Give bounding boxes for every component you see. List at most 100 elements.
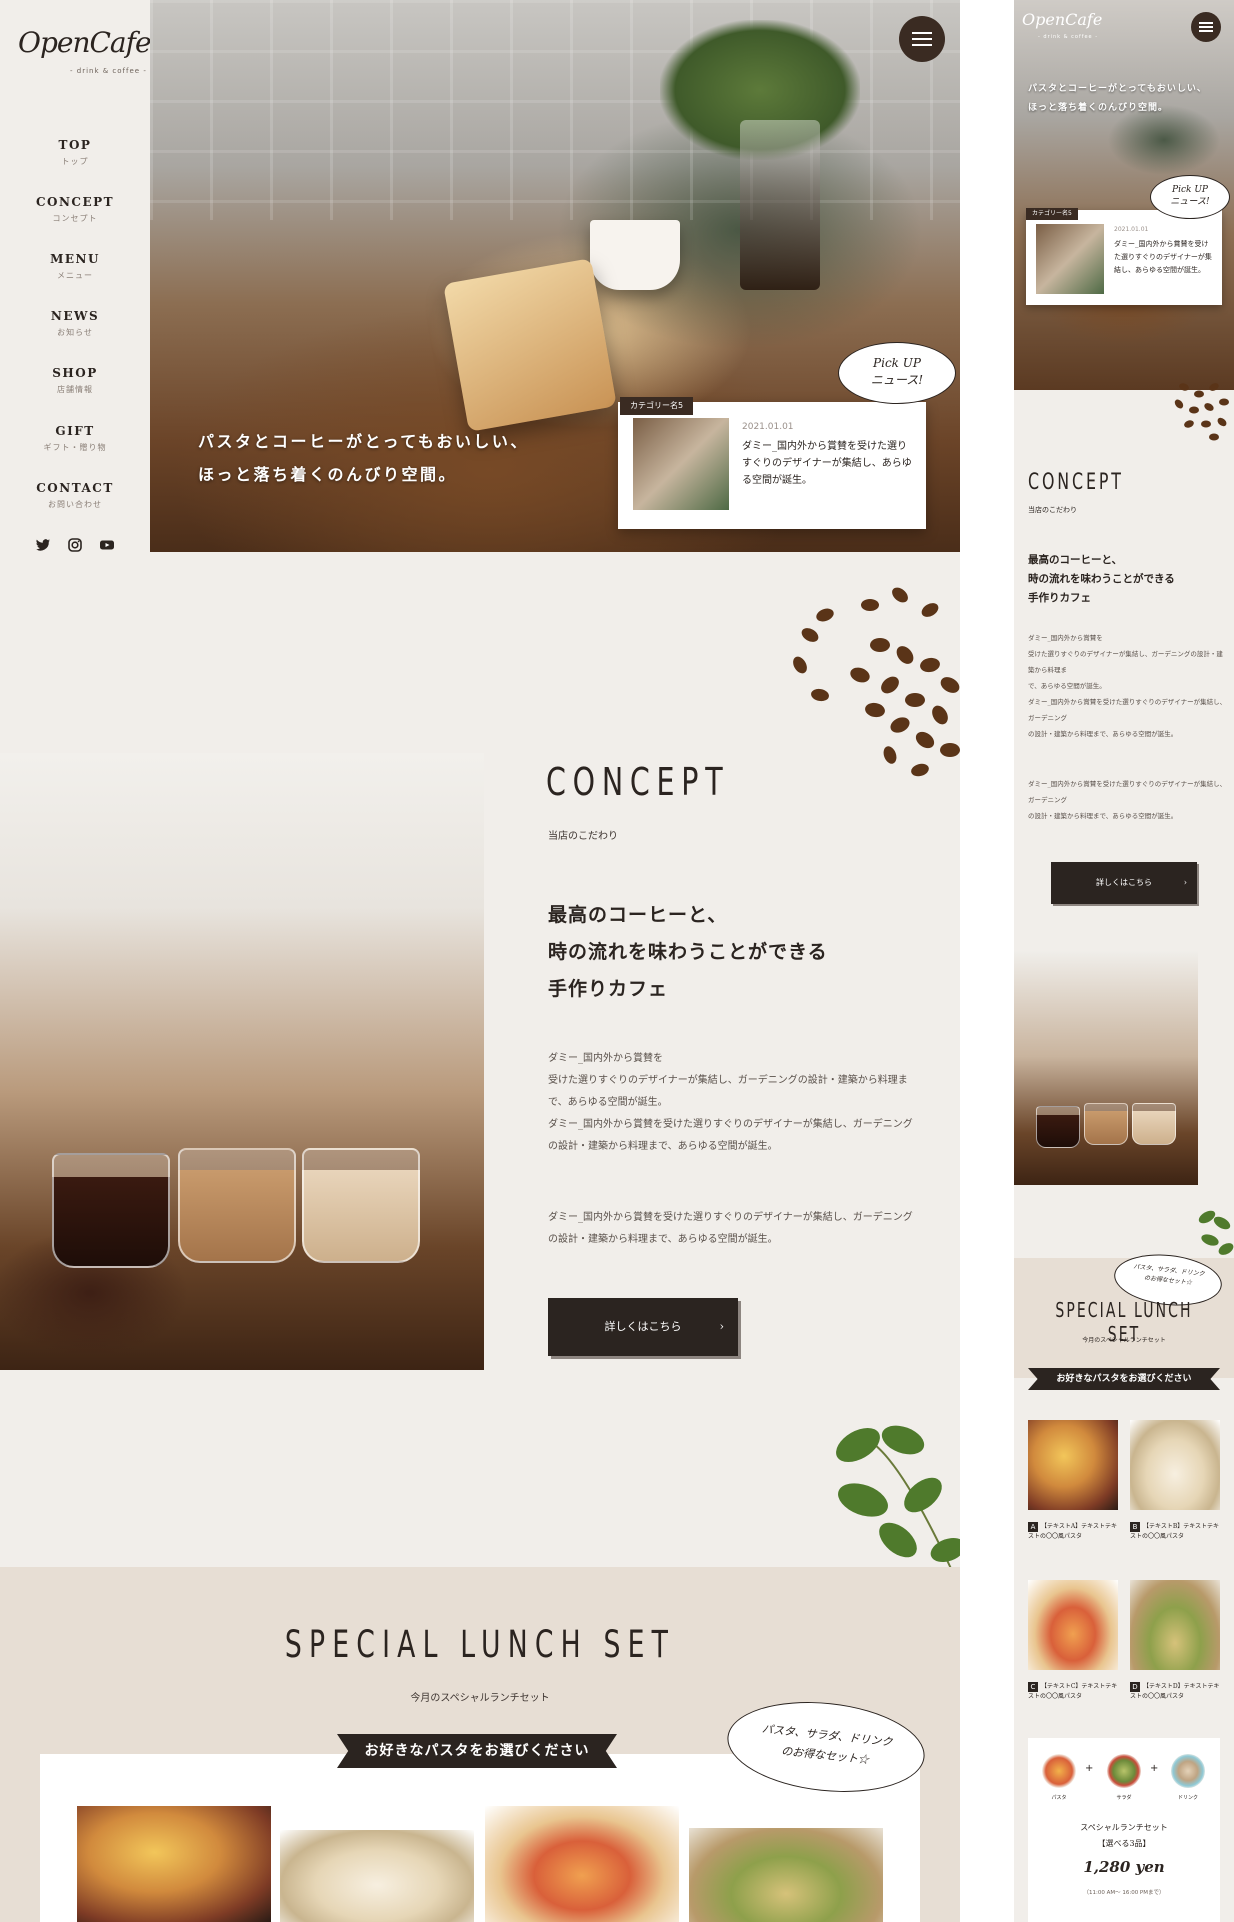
mobile-pickup-category-tag: カテゴリー名5 <box>1026 208 1078 220</box>
mobile-pasta-photo-c[interactable] <box>1028 1580 1118 1670</box>
mobile-hamburger-button[interactable] <box>1191 12 1221 42</box>
nav-item-gift[interactable]: GIFT ギフト・贈り物 <box>0 424 150 453</box>
mobile-pickup-thumbnail[interactable] <box>1036 224 1104 294</box>
nav-label: TOP <box>58 138 92 152</box>
coffee-cup-decoration <box>52 1153 170 1268</box>
mobile-logo[interactable]: OpenCafe <box>1022 10 1102 29</box>
plus-icon: + <box>1085 1763 1094 1774</box>
hamburger-icon <box>912 32 932 34</box>
mobile-concept-photo <box>1014 951 1198 1185</box>
pasta-letter-badge: D <box>1130 1682 1140 1692</box>
nav-item-concept[interactable]: CONCEPT コンセプト <box>0 195 150 224</box>
mobile-pickup-text: ダミー_国内外から賞賛を受けた選りすぐりのデザイナーが集結し、あらゆる空間が誕生… <box>1114 240 1212 274</box>
concept-lead: 最高のコーヒーと、 時の流れを味わうことができる 手作りカフェ <box>548 904 828 1000</box>
mobile-coffee-beans-decoration <box>1174 383 1229 441</box>
concept-more-button[interactable]: 詳しくはこちら › <box>548 1298 738 1356</box>
mobile-hero-catchcopy: パスタとコーヒーがとってもおいしい、 ほっと落ち着くのんびり空間。 <box>1028 84 1207 113</box>
mobile-pickup-speech-bubble: Pick UP ニュース! <box>1150 175 1230 219</box>
mobile-pickup-date: 2021.01.01 <box>1114 226 1149 233</box>
mobile-concept-paragraph: ダミー_国内外から賞賛を 受けた選りすぐりのデザイナーが集結し、ガーデニングの設… <box>1028 634 1227 738</box>
hamburger-icon <box>912 38 932 40</box>
coffee-cup-decoration <box>1036 1106 1080 1148</box>
mobile-pasta-label-b[interactable]: B 【テキストB】テキストテキストの〇〇風パスタ <box>1130 1522 1220 1542</box>
pasta-label-text: 【テキストB】テキストテキストの〇〇風パスタ <box>1130 1523 1220 1540</box>
pasta-photo-a[interactable] <box>77 1806 271 1922</box>
pasta-photo-d[interactable] <box>689 1828 883 1922</box>
nav-sublabel: お問い合わせ <box>48 500 102 509</box>
set-item-label: サラダ <box>1116 1795 1132 1801</box>
mobile-set-title: スペシャルランチセット 【選べる3品】 <box>1080 1823 1168 1848</box>
hamburger-icon <box>1199 30 1213 32</box>
mobile-concept-heading: CONCEPT <box>1028 470 1124 495</box>
nav-item-shop[interactable]: SHOP 店舗情報 <box>0 366 150 395</box>
nav-item-news[interactable]: NEWS お知らせ <box>0 309 150 338</box>
lunch-ribbon: お好きなパスタをお選びください <box>337 1734 617 1768</box>
hamburger-icon <box>1199 26 1213 28</box>
lunch-heading: SPECIAL LUNCH SET <box>0 1623 960 1666</box>
pickup-text: ダミー_国内外から賞賛を受けた選りすぐりのデザイナーが集結し、あらゆる空間が誕生… <box>742 441 912 486</box>
pasta-letter-badge: C <box>1028 1682 1038 1692</box>
instagram-icon[interactable] <box>67 537 83 553</box>
pickup-category-tag: カテゴリー名5 <box>620 397 694 415</box>
nav-label: CONCEPT <box>35 195 115 209</box>
pickup-thumbnail[interactable] <box>633 418 729 510</box>
concept-paragraph: ダミー_国内外から賞賛を受けた選りすぐりのデザイナーが集結し、ガーデニング の設… <box>548 1212 913 1245</box>
nav-label: GIFT <box>55 424 95 438</box>
mobile-leaves-decoration <box>1198 1210 1234 1255</box>
mobile-logo-tagline: - drink & coffee - <box>1038 34 1099 40</box>
coffee-beans-decoration <box>793 587 960 777</box>
logo[interactable]: OpenCafe <box>18 26 152 59</box>
concept-subheading: 当店のこだわり <box>548 831 618 842</box>
nav-sublabel: 店舗情報 <box>57 385 93 394</box>
mobile-set-price: 1,280 yen <box>1083 1858 1165 1876</box>
coffee-cup-decoration <box>1084 1103 1128 1145</box>
nav-label: NEWS <box>50 309 100 323</box>
pasta-photo-b[interactable] <box>280 1830 474 1922</box>
set-item-label: ドリンク <box>1177 1795 1198 1801</box>
pickup-date: 2021.01.01 <box>742 422 794 432</box>
mobile-pasta-label-a[interactable]: A 【テキストA】テキストテキストの〇〇風パスタ <box>1028 1522 1118 1542</box>
pasta-photo-c[interactable] <box>485 1806 679 1922</box>
pasta-letter-badge: B <box>1130 1522 1140 1532</box>
drink-set-icon <box>1171 1754 1205 1788</box>
nav-label: MENU <box>50 252 100 266</box>
chevron-right-icon: › <box>1183 878 1187 887</box>
mobile-pasta-photo-d[interactable] <box>1130 1580 1220 1670</box>
chevron-right-icon: › <box>719 1320 724 1333</box>
pasta-letter-badge: A <box>1028 1522 1038 1532</box>
hamburger-icon <box>1199 22 1213 24</box>
mobile-pasta-label-c[interactable]: C 【テキストC】テキストテキストの〇〇風パスタ <box>1028 1682 1118 1702</box>
coffee-cup-decoration <box>178 1148 296 1263</box>
nav-item-top[interactable]: TOP トップ <box>0 138 150 167</box>
hero-cup-decoration <box>590 220 680 290</box>
plus-icon: + <box>1150 1763 1159 1774</box>
button-label: 詳しくはこちら <box>1096 878 1152 887</box>
mobile-pasta-photo-a[interactable] <box>1028 1420 1118 1510</box>
mobile-concept-lead: 最高のコーヒーと、 時の流れを味わうことができる 手作りカフェ <box>1028 554 1175 604</box>
mobile-concept-more-button[interactable]: 詳しくはこちら › <box>1051 862 1197 904</box>
pickup-speech-bubble: Pick UP ニュース! <box>838 342 956 404</box>
mobile-pasta-label-d[interactable]: D 【テキストD】テキストテキストの〇〇風パスタ <box>1130 1682 1220 1702</box>
nav-item-contact[interactable]: CONTACT お問い合わせ <box>0 481 150 510</box>
pasta-label-text: 【テキストD】テキストテキストの〇〇風パスタ <box>1130 1683 1220 1700</box>
nav-label: CONTACT <box>36 481 114 495</box>
hero-iced-coffee-decoration <box>740 120 820 290</box>
nav-sublabel: コンセプト <box>52 214 98 223</box>
nav-item-menu[interactable]: MENU メニュー <box>0 252 150 281</box>
mobile-set-time: （11:00 AM〜 16:00 PMまで） <box>1083 1890 1165 1896</box>
mobile-pasta-photo-b[interactable] <box>1130 1420 1220 1510</box>
mobile-lunch-ribbon: お好きなパスタをお選びください <box>1028 1368 1220 1390</box>
nav-label: SHOP <box>52 366 98 380</box>
hamburger-icon <box>912 44 932 46</box>
youtube-icon[interactable] <box>99 537 115 553</box>
mobile-concept-paragraph: ダミー_国内外から賞賛を受けた選りすぐりのデザイナーが集結し、ガーデニング の設… <box>1028 780 1227 820</box>
hamburger-menu-button[interactable] <box>899 16 945 62</box>
concept-photo <box>0 753 484 1370</box>
mobile-lunch-subheading: 今月のスペシャルランチセット <box>1082 1337 1166 1344</box>
nav-sublabel: トップ <box>61 157 89 166</box>
mobile-layout: OpenCafe - drink & coffee - パスタとコーヒーがとって… <box>1014 0 1234 1922</box>
sidebar: OpenCafe - drink & coffee - TOP トップ CONC… <box>0 0 152 553</box>
twitter-icon[interactable] <box>35 537 51 553</box>
coffee-cup-decoration <box>302 1148 420 1263</box>
mobile-concept-subheading: 当店のこだわり <box>1028 506 1077 514</box>
